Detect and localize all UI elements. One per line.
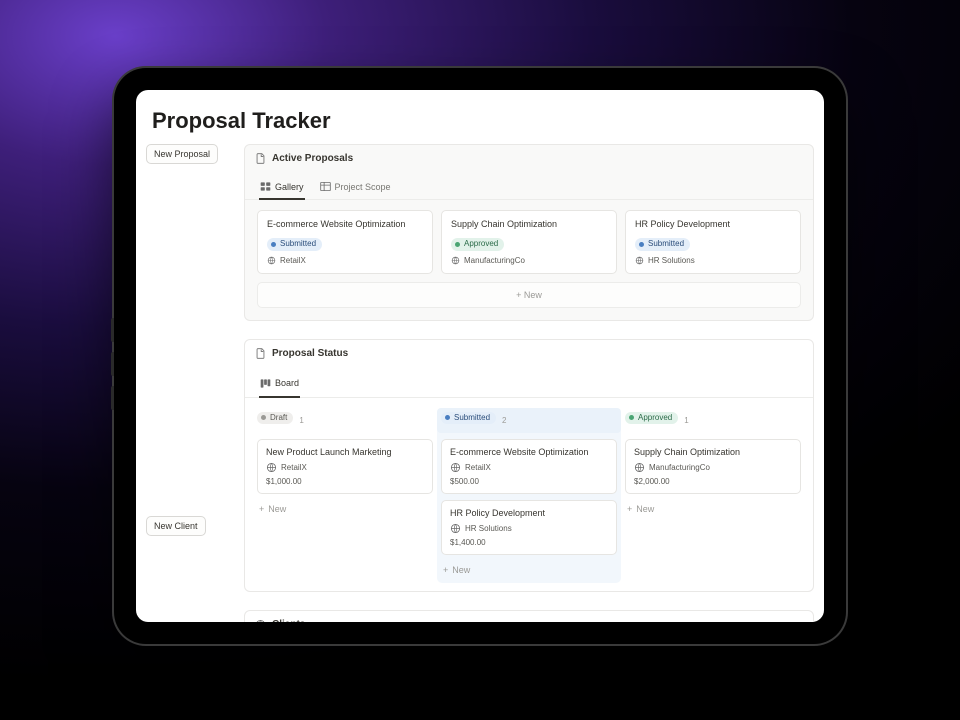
globe-icon [266,462,277,473]
app-root: Proposal Tracker New Proposal New Client [136,90,824,622]
status-badge: Submitted [267,238,322,250]
tab-project-scope-label: Project Scope [335,182,391,192]
active-proposals-cards: E-commerce Website Optimization Submitte… [245,200,813,282]
globe-icon [450,523,461,534]
board-card[interactable]: Supply Chain Optimization ManufacturingC… [625,439,801,494]
proposal-card[interactable]: E-commerce Website Optimization Submitte… [257,210,433,274]
add-card-button[interactable]: + New [257,500,433,518]
proposal-client: RetailX [267,256,423,265]
card-price: $1,400.00 [450,538,608,547]
tab-project-scope[interactable]: Project Scope [319,176,392,200]
column-count: 1 [684,416,688,425]
active-proposals-panel: Active Proposals Gallery [244,144,814,321]
clients-panel: Clients Gallery [244,610,814,622]
new-proposal-row[interactable]: + New [257,282,801,308]
globe-icon [634,462,645,473]
tablet-frame: Proposal Tracker New Proposal New Client [114,68,846,644]
card-title: New Product Launch Marketing [266,447,424,457]
column-header[interactable]: Submitted 2 [437,408,621,433]
proposal-status-title: Proposal Status [272,348,348,359]
board-card[interactable]: New Product Launch Marketing RetailX $1,… [257,439,433,494]
plus-icon: + [443,565,448,575]
board-column-approved: Approved 1 Supply Chain Optimization Man… [625,408,801,579]
dot-icon [445,415,450,420]
dot-icon [455,242,460,247]
tab-gallery-label: Gallery [275,182,304,192]
proposal-client: ManufacturingCo [451,256,607,265]
tab-gallery[interactable]: Gallery [259,176,305,200]
globe-icon [635,256,644,265]
proposal-status-tabs: Board [245,367,813,398]
globe-icon [451,256,460,265]
column-count: 1 [299,416,303,425]
add-card-button[interactable]: + New [625,500,801,518]
left-column: New Proposal New Client [146,144,234,622]
main-column: Active Proposals Gallery [244,144,814,622]
clients-title: Clients [272,619,305,622]
card-price: $500.00 [450,477,608,486]
status-badge: Draft [257,412,293,424]
globe-icon [267,256,276,265]
status-badge: Approved [625,412,678,424]
document-icon [255,348,266,359]
card-client: RetailX [450,462,608,473]
board-column-submitted: Submitted 2 E-commerce Website Optimizat… [437,408,621,583]
table-icon [320,181,331,192]
add-card-button[interactable]: + New [441,561,617,579]
card-client: ManufacturingCo [634,462,792,473]
globe-icon [450,462,461,473]
card-title: Supply Chain Optimization [634,447,792,457]
column-header[interactable]: Draft 1 [257,408,433,433]
board-card[interactable]: HR Policy Development HR Solutions $1,40… [441,500,617,555]
layout: New Proposal New Client Active Proposals [136,144,824,622]
screen: Proposal Tracker New Proposal New Client [136,90,824,622]
card-price: $2,000.00 [634,477,792,486]
proposal-title: E-commerce Website Optimization [267,219,423,229]
dot-icon [629,415,634,420]
card-title: HR Policy Development [450,508,608,518]
proposal-title: HR Policy Development [635,219,791,229]
proposal-card[interactable]: HR Policy Development Submitted HR Solut… [625,210,801,274]
card-title: E-commerce Website Optimization [450,447,608,457]
document-icon [255,153,266,164]
board: Draft 1 New Product Launch Marketing Ret… [245,398,813,591]
dot-icon [271,242,276,247]
active-proposals-title: Active Proposals [272,153,353,164]
plus-icon: + [259,504,264,514]
active-proposals-tabs: Gallery Project Scope [245,172,813,200]
new-proposal-button[interactable]: New Proposal [146,144,218,164]
proposal-status-panel: Proposal Status Board [244,339,814,592]
dot-icon [639,242,644,247]
status-badge: Submitted [635,238,690,250]
proposal-client: HR Solutions [635,256,791,265]
board-icon [260,378,271,389]
board-column-draft: Draft 1 New Product Launch Marketing Ret… [257,408,433,579]
column-header[interactable]: Approved 1 [625,408,801,433]
status-badge: Approved [451,238,504,250]
card-client: HR Solutions [450,523,608,534]
gallery-icon [260,181,271,192]
proposal-status-header: Proposal Status [245,340,813,367]
board-card[interactable]: E-commerce Website Optimization RetailX … [441,439,617,494]
new-client-button[interactable]: New Client [146,516,206,536]
clients-header: Clients [245,611,813,622]
card-client: RetailX [266,462,424,473]
tab-board-label: Board [275,378,299,388]
column-count: 2 [502,416,506,425]
status-badge: Submitted [441,412,496,424]
dot-icon [261,415,266,420]
page-title: Proposal Tracker [136,108,824,144]
card-price: $1,000.00 [266,477,424,486]
proposal-title: Supply Chain Optimization [451,219,607,229]
active-proposals-header: Active Proposals [245,145,813,172]
plus-icon: + [627,504,632,514]
tab-board[interactable]: Board [259,375,300,398]
globe-icon [255,619,266,622]
proposal-card[interactable]: Supply Chain Optimization Approved Manuf… [441,210,617,274]
